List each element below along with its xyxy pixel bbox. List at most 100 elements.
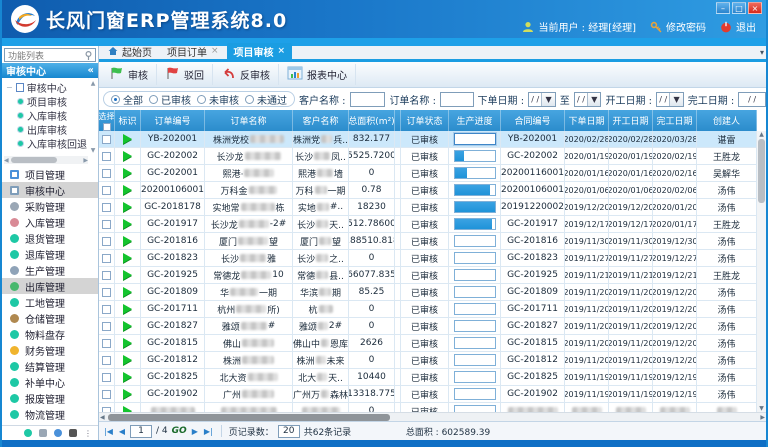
sidebar-item-退库管理[interactable]: 退库管理 <box>2 246 98 262</box>
scrollbar-thumb[interactable] <box>758 139 765 203</box>
overflow-icon[interactable]: ⋮ <box>84 429 92 438</box>
sidebar-item-结算管理[interactable]: 结算管理 <box>2 358 98 374</box>
row-checkbox[interactable] <box>102 203 111 212</box>
first-page-button[interactable]: |◀ <box>103 427 114 436</box>
table-row[interactable]: GC-202001熙港·熙港墙0已审核202001160012020/01/16… <box>99 165 757 182</box>
column-header-下单日期[interactable]: 下单日期 <box>565 110 609 131</box>
row-checkbox[interactable] <box>102 186 111 195</box>
column-header-创建人[interactable]: 创建人 <box>697 110 757 131</box>
radio-未通过[interactable]: 未通过 <box>245 92 287 107</box>
select-all-header[interactable]: 选择 <box>99 110 115 131</box>
row-checkbox[interactable] <box>102 305 111 314</box>
order-date-to-input[interactable]: / /▼ <box>574 92 602 107</box>
column-header-标识[interactable]: 标识 <box>115 110 141 131</box>
tree-vertical-scrollbar[interactable]: ▲▼ <box>89 80 97 154</box>
tree-item-出库审核[interactable]: 出库审核 <box>17 122 98 136</box>
table-row[interactable]: 20200106001万科金万科一期0.78已审核202001060012020… <box>99 182 757 199</box>
radio-已审核[interactable]: 已审核 <box>149 92 191 107</box>
column-header-客户名称[interactable]: 客户名称 <box>293 110 349 131</box>
sidebar-item-出库管理[interactable]: 出库管理 <box>2 278 98 294</box>
go-button[interactable]: GO <box>172 426 187 436</box>
cart-mini-icon[interactable] <box>39 429 47 437</box>
tab-项目审核[interactable]: 项目审核× <box>227 43 293 59</box>
column-header-订单状态[interactable]: 订单状态 <box>401 110 449 131</box>
scrollbar-thumb[interactable] <box>108 414 390 421</box>
column-header-完工日期[interactable]: 完工日期 <box>653 110 697 131</box>
finish-date-input[interactable]: / / <box>738 92 766 107</box>
sidebar-item-生产管理[interactable]: 生产管理 <box>2 262 98 278</box>
column-header-总面积(m²)[interactable]: 总面积(m²) <box>349 110 395 131</box>
table-row[interactable]: GC-201711杭州所)杭0已审核GC-2017112019/11/20201… <box>99 301 757 318</box>
sidebar-item-项目管理[interactable]: 项目管理 <box>2 166 98 182</box>
table-row[interactable]: GC-201823长沙雅长沙之..0已审核GC-2018232019/11/27… <box>99 250 757 267</box>
sidebar-item-退货管理[interactable]: 退货管理 <box>2 230 98 246</box>
table-row[interactable]: GC-201902广州广州万森林13318.775已审核GC-201902201… <box>99 386 757 403</box>
report-center-button[interactable]: 报表中心 <box>283 64 356 85</box>
sidebar-item-审核中心[interactable]: 审核中心 <box>2 182 98 198</box>
reject-flag-button[interactable]: 驳回 <box>161 64 213 85</box>
change-password-button[interactable]: 修改密码 <box>650 19 706 34</box>
sidebar-panel-header[interactable]: 审核中心 « <box>2 63 98 78</box>
table-row[interactable]: GC-201816厦门望厦门望188510.818已审核GC-201816201… <box>99 233 757 250</box>
table-row[interactable]: GC-2018178实地常栋实地#..18230已审核2019122000220… <box>99 199 757 216</box>
table-row[interactable]: GC-201925常德龙10常德县..266077.835..已审核GC-201… <box>99 267 757 284</box>
row-checkbox[interactable] <box>102 220 111 229</box>
close-button[interactable]: × <box>748 2 762 14</box>
person-mini-icon[interactable] <box>69 429 77 437</box>
row-checkbox[interactable] <box>102 339 111 348</box>
collapse-panel-icon[interactable]: « <box>88 65 94 76</box>
minimize-button[interactable]: – <box>716 2 730 14</box>
table-row[interactable]: GC-201809华一期华滨期85.25已审核GC-2018092019/11/… <box>99 284 757 301</box>
sidebar-item-财务管理[interactable]: 财务管理 <box>2 342 98 358</box>
pin-icon[interactable] <box>85 51 92 60</box>
row-checkbox[interactable] <box>102 356 111 365</box>
row-checkbox[interactable] <box>102 237 111 246</box>
sidebar-item-物流管理[interactable]: 物流管理 <box>2 406 98 422</box>
row-checkbox[interactable] <box>102 135 111 144</box>
page-size-input[interactable]: 20 <box>278 425 300 438</box>
select-all-checkbox[interactable] <box>103 123 111 131</box>
tab-close-icon[interactable]: × <box>211 46 219 56</box>
table-horizontal-scrollbar[interactable]: ◀▶ <box>99 412 766 421</box>
radio-未审核[interactable]: 未审核 <box>197 92 239 107</box>
logout-button[interactable]: 退出 <box>720 19 756 34</box>
column-header-生产进度[interactable]: 生产进度 <box>449 110 501 131</box>
sidebar-item-采购管理[interactable]: 采购管理 <box>2 198 98 214</box>
tree-item-项目审核[interactable]: 项目审核 <box>17 94 98 108</box>
table-row[interactable]: GC-202002长沙龙长沙凤..65525.7200..已审核GC-20200… <box>99 148 757 165</box>
maximize-button[interactable]: □ <box>732 2 746 14</box>
row-checkbox[interactable] <box>102 373 111 382</box>
calendar-dropdown-icon[interactable]: ▼ <box>541 93 554 106</box>
table-vertical-scrollbar[interactable]: ▲▼ <box>757 131 766 412</box>
calendar-dropdown-icon[interactable]: ▼ <box>587 93 600 106</box>
row-checkbox[interactable] <box>102 152 111 161</box>
sidebar-item-补单中心[interactable]: 补单中心 <box>2 374 98 390</box>
sidebar-item-工地管理[interactable]: 工地管理 <box>2 294 98 310</box>
table-row[interactable]: GC-201825北大资北大天..10440已审核GC-2018252019/1… <box>99 369 757 386</box>
row-checkbox[interactable] <box>102 390 111 399</box>
column-header-订单名称[interactable]: 订单名称 <box>205 110 293 131</box>
calendar-dropdown-icon[interactable]: ▼ <box>669 93 682 106</box>
tab-项目订单[interactable]: 项目订单× <box>160 43 226 59</box>
table-row[interactable]: GC-201815佛山佛山中恩库2626已审核GC-2018152019/11/… <box>99 335 757 352</box>
row-checkbox[interactable] <box>102 169 111 178</box>
unapprove-arrow-button[interactable]: 反审核 <box>217 64 279 85</box>
row-checkbox[interactable] <box>102 322 111 331</box>
tree-root[interactable]: −审核中心 <box>6 80 98 94</box>
pen-mini-icon[interactable] <box>54 429 62 437</box>
function-list-box[interactable]: 功能列表 <box>4 48 96 62</box>
column-header-合同编号[interactable]: 合同编号 <box>501 110 565 131</box>
sidebar-item-物料盘存[interactable]: 物料盘存 <box>2 326 98 342</box>
prev-page-button[interactable]: ◀ <box>118 427 126 436</box>
radio-全部[interactable]: 全部 <box>111 92 143 107</box>
tree-item-入库审核[interactable]: 入库审核 <box>17 108 98 122</box>
order-date-input[interactable]: / /▼ <box>528 92 556 107</box>
tree-horizontal-scrollbar[interactable]: ◀▶ <box>4 156 88 164</box>
row-checkbox[interactable] <box>102 271 111 280</box>
tab-起始页[interactable]: 起始页 <box>101 43 159 59</box>
module-dot-icon[interactable] <box>24 429 32 437</box>
start-date-input[interactable]: / /▼ <box>656 92 684 107</box>
row-checkbox[interactable] <box>102 407 111 413</box>
sidebar-item-报废管理[interactable]: 报废管理 <box>2 390 98 406</box>
table-row[interactable]: 0已审核 <box>99 403 757 412</box>
